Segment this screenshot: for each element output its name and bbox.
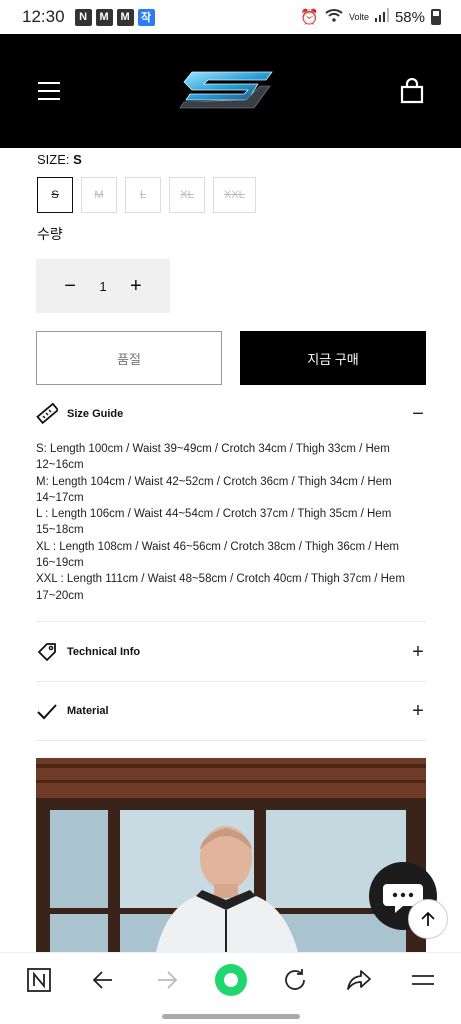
hamburger-icon[interactable] xyxy=(38,82,60,100)
m-app-icon: M xyxy=(95,8,113,26)
brand-logo[interactable] xyxy=(178,70,274,110)
technical-info-title: Technical Info xyxy=(67,646,141,658)
site-header xyxy=(0,34,461,148)
status-bar: 12:30 N M M 작 ⏰ Volte 58% xyxy=(0,0,461,34)
size-label-text: SIZE: xyxy=(37,152,70,167)
expand-icon[interactable]: + xyxy=(410,700,426,723)
ruler-icon xyxy=(36,403,58,425)
divider xyxy=(36,621,426,622)
size-guide-line: XXL : Length 111cm / Waist 48~58cm / Cro… xyxy=(36,573,405,602)
share-button[interactable] xyxy=(344,965,374,995)
size-guide-title: Size Guide xyxy=(67,408,124,420)
arrow-right-icon xyxy=(158,971,178,989)
arrow-up-icon xyxy=(421,911,435,926)
sold-out-button[interactable]: 품절 xyxy=(36,331,222,385)
refresh-icon xyxy=(285,969,305,990)
checkmark-icon xyxy=(37,704,57,720)
browser-toolbar xyxy=(0,952,461,1024)
size-option-xl[interactable]: XL xyxy=(169,177,205,213)
size-option-m[interactable]: M xyxy=(81,177,117,213)
battery-percent: 58% xyxy=(394,8,425,26)
size-guide-content: S: Length 100cm / Waist 39~49cm / Crotch… xyxy=(36,441,428,604)
technical-info-header[interactable]: Technical Info + xyxy=(36,632,426,672)
expand-icon[interactable]: + xyxy=(410,641,426,664)
collapse-icon[interactable]: − xyxy=(410,403,426,426)
naver-home-button[interactable] xyxy=(24,965,54,995)
material-header[interactable]: Material + xyxy=(36,691,426,731)
size-label: SIZE: S xyxy=(37,152,82,167)
size-options: S M L XL XXL xyxy=(37,177,256,213)
shopping-bag-icon[interactable] xyxy=(399,78,425,104)
menu-lines-icon xyxy=(412,975,434,985)
naver-icon xyxy=(27,968,51,992)
home-indicator xyxy=(162,1014,300,1019)
quantity-stepper: − 1 + xyxy=(36,259,170,313)
size-guide-line: L : Length 106cm / Waist 44~54cm / Crotc… xyxy=(36,508,392,537)
size-option-xxl[interactable]: XXL xyxy=(213,177,256,213)
divider xyxy=(36,740,426,741)
size-guide-line: M: Length 104cm / Waist 42~52cm / Crotch… xyxy=(36,475,392,504)
m-app-icon: M xyxy=(116,8,134,26)
quantity-label: 수량 xyxy=(37,226,63,242)
network-label: Volte xyxy=(348,12,369,22)
status-time: 12:30 xyxy=(22,7,65,26)
menu-button[interactable] xyxy=(408,965,438,995)
refresh-button[interactable] xyxy=(280,965,310,995)
share-icon xyxy=(347,970,371,990)
alarm-icon: ⏰ xyxy=(300,9,319,26)
size-guide-line: XL : Length 108cm / Waist 46~56cm / Crot… xyxy=(36,540,399,570)
size-guide-line: S: Length 100cm / Waist 39~49cm / Crotch… xyxy=(36,443,390,472)
scroll-to-top-button[interactable] xyxy=(408,899,448,939)
quantity-increase-button[interactable]: + xyxy=(125,275,147,298)
arrow-left-icon xyxy=(92,971,112,989)
back-button[interactable] xyxy=(88,965,118,995)
naver-app-icon: N xyxy=(74,8,92,26)
forward-button[interactable] xyxy=(152,965,182,995)
green-dot-button[interactable] xyxy=(214,963,248,997)
size-option-l[interactable]: L xyxy=(125,177,161,213)
battery-icon xyxy=(431,9,441,25)
divider xyxy=(36,681,426,682)
size-guide-header[interactable]: Size Guide − xyxy=(36,394,426,434)
wifi-icon xyxy=(325,8,343,26)
notification-app-icon: 작 xyxy=(137,8,155,26)
tag-icon xyxy=(38,643,56,661)
green-dot-icon xyxy=(215,964,247,996)
material-title: Material xyxy=(67,705,109,717)
quantity-decrease-button[interactable]: − xyxy=(59,275,81,298)
signal-icon xyxy=(374,8,389,26)
quantity-value: 1 xyxy=(99,278,107,294)
size-selected-value: S xyxy=(73,152,82,167)
size-option-s[interactable]: S xyxy=(37,177,73,213)
buy-now-button[interactable]: 지금 구매 xyxy=(240,331,426,385)
product-photo xyxy=(36,758,426,952)
